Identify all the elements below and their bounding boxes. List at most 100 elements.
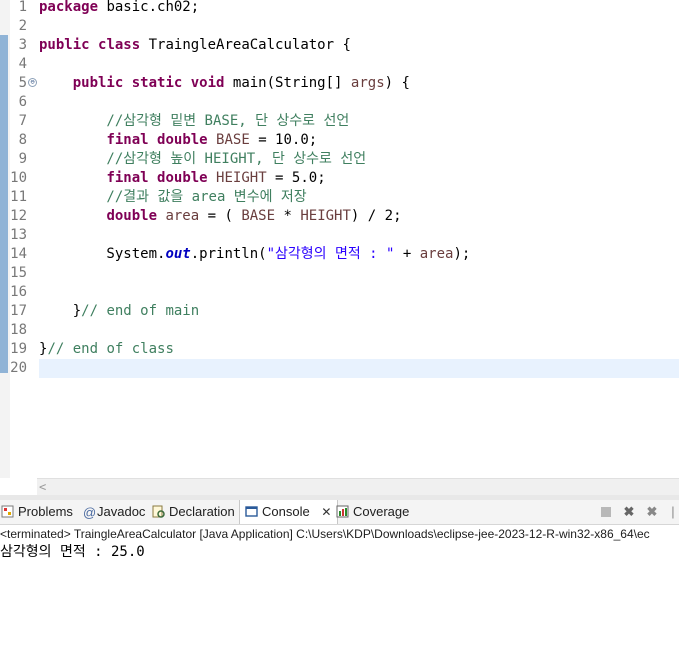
code-line-12: double area = ( BASE * HEIGHT) / 2; bbox=[39, 207, 679, 226]
keyword: final bbox=[106, 170, 149, 186]
variable: BASE bbox=[241, 208, 276, 224]
code-editor[interactable]: 1 2 3 4 5 ⊖ 6 7 8 9 10 11 12 13 14 15 16… bbox=[0, 0, 679, 478]
comment: // end of class bbox=[47, 341, 174, 357]
variable: args bbox=[350, 75, 385, 91]
terminate-icon[interactable] bbox=[598, 504, 614, 520]
line-number-gutter: 1 2 3 4 5 ⊖ 6 7 8 9 10 11 12 13 14 15 16… bbox=[10, 0, 37, 478]
line-number: 14 bbox=[10, 246, 27, 262]
keyword: double bbox=[106, 208, 158, 224]
code-text: main(String[] bbox=[224, 75, 351, 91]
line-number: 19 bbox=[10, 341, 27, 357]
code-line-17: }// end of main bbox=[39, 302, 679, 321]
code-text: * bbox=[275, 208, 301, 224]
code-text: = 10.0; bbox=[249, 132, 318, 148]
line-number: 17 bbox=[10, 303, 27, 319]
keyword: class bbox=[98, 37, 141, 53]
variable: area bbox=[419, 246, 454, 262]
code-line-8: final double BASE = 10.0; bbox=[39, 131, 679, 150]
bottom-panel-tabbar: Problems @ Javadoc Declaration Console ✕ … bbox=[0, 500, 679, 525]
code-line-9-comment: //삼각형 높이 HEIGHT, 단 상수로 선언 bbox=[39, 151, 367, 167]
code-line-3: public class TraingleAreaCalculator { bbox=[39, 36, 679, 55]
console-output[interactable]: 삼각형의 면적 : 25.0 bbox=[0, 543, 145, 562]
toolbar-overflow-icon[interactable]: | bbox=[667, 504, 679, 520]
code-text: + bbox=[394, 246, 420, 262]
code-line-14: System.out.println("삼각형의 면적 : " + area); bbox=[39, 245, 679, 264]
code-line-5: public static void main(String[] args) { bbox=[39, 74, 679, 93]
variable: HEIGHT bbox=[300, 208, 351, 224]
declaration-icon bbox=[152, 502, 165, 518]
line-number: 3 bbox=[18, 37, 27, 53]
console-status-line: <terminated> TraingleAreaCalculator [Jav… bbox=[0, 525, 679, 543]
tab-coverage[interactable]: Coverage bbox=[336, 500, 409, 524]
tab-label: Javadoc bbox=[97, 504, 146, 519]
code-text: basic.ch02; bbox=[98, 0, 200, 15]
keyword: public bbox=[39, 37, 90, 53]
tab-label: Console bbox=[262, 504, 310, 519]
line-number: 11 bbox=[10, 189, 27, 205]
code-text: } bbox=[39, 303, 82, 319]
tab-label: Coverage bbox=[353, 504, 410, 519]
code-text: .println( bbox=[190, 246, 267, 262]
line-number: 7 bbox=[18, 113, 27, 129]
line-number: 8 bbox=[18, 132, 27, 148]
line-number: 10 bbox=[10, 170, 27, 186]
line-number: 13 bbox=[10, 227, 27, 243]
code-line-20-current[interactable] bbox=[39, 359, 679, 378]
problems-icon bbox=[1, 502, 14, 518]
line-number: 15 bbox=[10, 265, 27, 281]
javadoc-icon: @ bbox=[83, 505, 97, 520]
tab-javadoc[interactable]: @ Javadoc bbox=[83, 500, 145, 524]
line-number: 12 bbox=[10, 208, 27, 224]
horizontal-scrollbar[interactable]: < bbox=[37, 478, 679, 496]
keyword: package bbox=[39, 0, 99, 15]
tab-problems[interactable]: Problems bbox=[1, 500, 73, 524]
console-icon bbox=[245, 502, 258, 517]
variable: HEIGHT bbox=[216, 170, 267, 186]
code-text: TraingleAreaCalculator { bbox=[140, 37, 351, 53]
variable: BASE bbox=[216, 132, 250, 148]
code-line-10: final double HEIGHT = 5.0; bbox=[39, 169, 679, 188]
code-line-7-comment: //삼각형 밑변 BASE, 단 상수로 선언 bbox=[39, 113, 350, 129]
tab-label: Declaration bbox=[169, 504, 235, 519]
tab-console[interactable]: Console ✕ bbox=[239, 500, 339, 524]
string-literal: "삼각형의 면적 : " bbox=[266, 246, 395, 262]
tab-declaration[interactable]: Declaration bbox=[152, 500, 235, 524]
static-field: out bbox=[165, 246, 191, 262]
close-icon[interactable]: ✕ bbox=[321, 505, 331, 519]
variable: area bbox=[165, 208, 200, 224]
code-line-19: }// end of class bbox=[39, 340, 679, 359]
code-text: = 5.0; bbox=[266, 170, 326, 186]
keyword: final bbox=[106, 132, 149, 148]
keyword: public bbox=[72, 75, 124, 91]
change-indicator-bar bbox=[0, 35, 8, 373]
fold-collapse-icon[interactable]: ⊖ bbox=[28, 78, 37, 87]
code-text: System. bbox=[39, 246, 166, 262]
line-number: 9 bbox=[18, 151, 27, 167]
comment: // end of main bbox=[81, 303, 200, 319]
code-text: ) { bbox=[384, 75, 410, 91]
line-number: 6 bbox=[18, 94, 27, 110]
tab-label: Problems bbox=[18, 504, 73, 519]
code-text: ) / 2; bbox=[350, 208, 402, 224]
code-text: ); bbox=[453, 246, 471, 262]
code-text: = ( bbox=[199, 208, 242, 224]
line-number: 5 bbox=[18, 75, 27, 91]
keyword: void bbox=[190, 75, 225, 91]
remove-launch-icon[interactable]: ✖ bbox=[621, 504, 637, 520]
keyword: double bbox=[157, 132, 208, 148]
code-line-1: package basic.ch02; bbox=[39, 0, 679, 17]
code-line-11-comment: //결과 값을 area 변수에 저장 bbox=[39, 189, 307, 205]
line-number: 16 bbox=[10, 284, 27, 300]
scroll-left-arrow-icon[interactable]: < bbox=[39, 479, 46, 495]
line-number: 20 bbox=[10, 360, 27, 376]
line-number: 18 bbox=[10, 322, 27, 338]
coverage-icon bbox=[336, 502, 349, 518]
remove-all-terminated-icon[interactable]: ✖ bbox=[644, 504, 660, 520]
line-number: 1 bbox=[18, 0, 27, 15]
line-number: 2 bbox=[18, 18, 27, 34]
line-number: 4 bbox=[18, 56, 27, 72]
